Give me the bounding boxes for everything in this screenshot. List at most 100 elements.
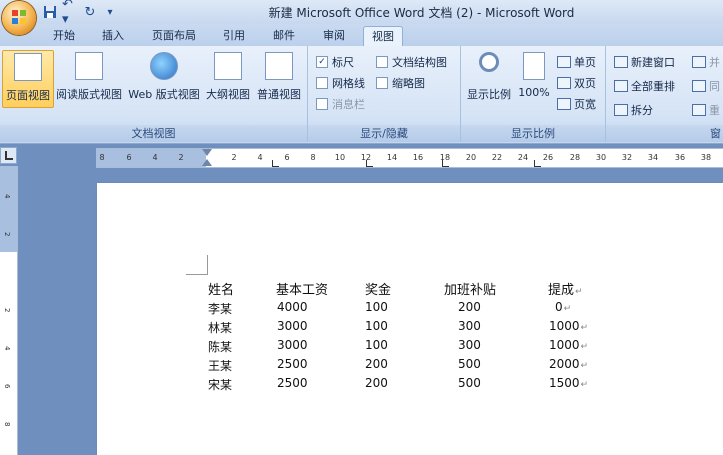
arrange-all-icon xyxy=(614,80,628,92)
full-screen-reading-button[interactable]: 阅读版式视图 xyxy=(54,50,124,106)
zoom-100-button[interactable]: 100% xyxy=(515,50,553,106)
new-window-icon xyxy=(614,56,628,68)
view-side-by-side-button[interactable]: 并 xyxy=(692,54,720,70)
hanging-indent-icon[interactable] xyxy=(202,159,212,166)
tab-stop-marker[interactable] xyxy=(534,160,541,167)
ruler-margin-top xyxy=(0,166,17,252)
group-label-zoom: 显示比例 xyxy=(461,125,605,142)
office-button[interactable] xyxy=(2,1,36,35)
checkbox-box xyxy=(376,56,388,68)
tab-selector-button[interactable] xyxy=(0,147,17,164)
paragraph-mark-icon: ↵ xyxy=(563,304,572,314)
tab-review[interactable]: 审阅 xyxy=(316,26,352,45)
tab-stop-marker[interactable] xyxy=(366,160,373,167)
draft-view-button[interactable]: 普通视图 xyxy=(254,50,304,106)
title-bar: ↶ ▾ ↻ ▾ 新建 Microsoft Office Word 文档 (2) … xyxy=(0,0,723,27)
group-label-document-views: 文档视图 xyxy=(0,125,307,142)
group-window: 新建窗口 全部重排 拆分 并 同 重 窗 xyxy=(606,46,723,142)
cell-commission: 1500↵ xyxy=(549,376,589,390)
cell-base-salary: 4000 xyxy=(277,300,308,314)
ruler-tick: 6 xyxy=(3,384,11,389)
tab-stop-marker[interactable] xyxy=(442,160,449,167)
two-pages-button[interactable]: 双页 xyxy=(557,75,596,91)
message-bar-checkbox[interactable]: 消息栏 xyxy=(316,96,365,112)
gridlines-checkbox[interactable]: 网格线 xyxy=(316,75,365,91)
two-pages-icon xyxy=(557,77,571,89)
synchronous-scrolling-button[interactable]: 同 xyxy=(692,78,720,94)
side-by-side-icon xyxy=(692,56,706,68)
cell-name: 王某 xyxy=(208,359,233,373)
vertical-ruler[interactable]: 4 2 2 4 6 8 xyxy=(0,166,18,455)
paragraph-mark-icon: ↵ xyxy=(575,287,583,297)
draft-icon xyxy=(265,52,293,80)
cell-bonus: 200 xyxy=(365,376,388,390)
ruler-tick: 38 xyxy=(700,153,712,162)
ruler-tick: 2 xyxy=(178,153,184,162)
tab-mailings[interactable]: 邮件 xyxy=(266,26,302,45)
zoom-button[interactable]: 显示比例 xyxy=(465,50,513,106)
tab-stop-marker[interactable] xyxy=(272,160,279,167)
ruler-tick: 16 xyxy=(412,153,424,162)
outline-icon xyxy=(214,52,242,80)
cell-commission: 0↵ xyxy=(555,300,572,314)
cell-bonus: 100 xyxy=(365,319,388,333)
header-bonus: 奖金 xyxy=(365,283,392,298)
ribbon: 页面视图 阅读版式视图 Web 版式视图 大纲视图 普通视图 文档视图 ✓ 标尺… xyxy=(0,46,723,144)
ruler-tick: 8 xyxy=(3,422,11,427)
paragraph-mark-icon: ↵ xyxy=(580,323,589,333)
tab-view[interactable]: 视图 xyxy=(363,26,403,46)
document-page[interactable] xyxy=(97,183,723,455)
horizontal-ruler[interactable]: 8 6 4 2 2 4 6 8 10 12 14 16 18 20 22 24 … xyxy=(96,148,723,168)
tab-page-layout[interactable]: 页面布局 xyxy=(146,26,202,45)
ruler-tick: 22 xyxy=(491,153,503,162)
page-100-icon xyxy=(523,52,545,80)
paragraph-mark-icon: ↵ xyxy=(580,342,589,352)
cell-bonus: 200 xyxy=(365,357,388,371)
ruler-checkbox[interactable]: ✓ 标尺 xyxy=(316,54,354,70)
header-name: 姓名 xyxy=(208,283,235,298)
indent-marker-icon[interactable] xyxy=(202,149,212,156)
globe-icon xyxy=(150,52,178,80)
document-map-checkbox[interactable]: 文档结构图 xyxy=(376,54,447,70)
ruler-tick: 4 xyxy=(3,194,11,199)
ruler-tick: 20 xyxy=(465,153,477,162)
header-commission: 提成↵ xyxy=(548,283,583,298)
cell-commission: 1000↵ xyxy=(549,319,589,333)
tab-references[interactable]: 引用 xyxy=(216,26,252,45)
reset-window-button[interactable]: 重 xyxy=(692,102,720,118)
ruler-tick: 4 xyxy=(152,153,158,162)
arrange-all-button[interactable]: 全部重排 xyxy=(614,78,675,94)
cell-base-salary: 2500 xyxy=(277,376,308,390)
outline-view-button[interactable]: 大纲视图 xyxy=(204,50,252,106)
reading-layout-icon xyxy=(75,52,103,80)
checkbox-box xyxy=(376,77,388,89)
header-overtime: 加班补贴 xyxy=(444,283,497,298)
group-label-window: 窗 xyxy=(606,125,723,142)
ruler-tick: 14 xyxy=(386,153,398,162)
thumbnails-checkbox[interactable]: 缩略图 xyxy=(376,75,425,91)
split-button[interactable]: 拆分 xyxy=(614,102,653,118)
ruler-tick: 8 xyxy=(99,153,105,162)
one-page-button[interactable]: 单页 xyxy=(557,54,596,70)
margin-corner-mark xyxy=(186,255,208,275)
header-base-salary: 基本工资 xyxy=(276,283,329,298)
ruler-tick: 32 xyxy=(621,153,633,162)
tab-insert[interactable]: 插入 xyxy=(95,26,131,45)
tab-home[interactable]: 开始 xyxy=(46,26,82,45)
page-width-button[interactable]: 页宽 xyxy=(557,96,596,112)
cell-name: 李某 xyxy=(208,302,233,316)
cell-commission: 1000↵ xyxy=(549,338,589,352)
cell-name: 陈某 xyxy=(208,340,233,354)
office-logo-icon xyxy=(12,10,26,24)
ruler-tick: 6 xyxy=(126,153,132,162)
cell-name: 林某 xyxy=(208,321,233,335)
cell-overtime: 500 xyxy=(458,357,481,371)
new-window-button[interactable]: 新建窗口 xyxy=(614,54,675,70)
checkbox-box xyxy=(316,77,328,89)
window-title: 新建 Microsoft Office Word 文档 (2) - Micros… xyxy=(268,6,575,20)
paragraph-mark-icon: ↵ xyxy=(580,361,589,371)
web-layout-button[interactable]: Web 版式视图 xyxy=(126,50,202,106)
cell-base-salary: 3000 xyxy=(277,319,308,333)
group-show-hide: ✓ 标尺 网格线 消息栏 文档结构图 缩略图 显示/隐藏 xyxy=(308,46,461,142)
print-layout-button[interactable]: 页面视图 xyxy=(2,50,54,108)
